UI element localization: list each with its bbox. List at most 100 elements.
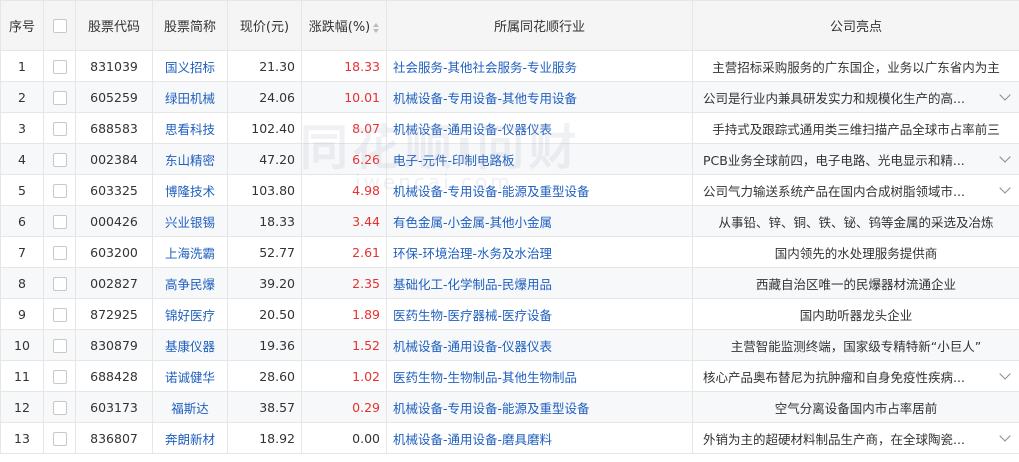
stock-name-link[interactable]: 福斯达: [171, 401, 209, 416]
table-row[interactable]: 5 603325 博隆技术 103.80 4.98 机械设备-专用设备-能源及重型设备 公司…: [0, 174, 1019, 206]
industry-link[interactable]: 社会服务-其他社会服务-专业服务: [393, 60, 577, 75]
table-row[interactable]: 12 603173 福斯达 38.57 0.29 机械设备-专用设备-能源及重型设备 空气分…: [0, 391, 1019, 423]
row-checkbox[interactable]: [52, 59, 67, 74]
table-row[interactable]: 11 688428 诺诚健华 28.60 1.02 医药生物-生物制品-其他生物制品 核心产…: [0, 360, 1019, 392]
industry-link[interactable]: 机械设备-专用设备-能源及重型设备: [393, 184, 590, 199]
header-name[interactable]: 股票简称: [152, 0, 228, 51]
row-checkbox[interactable]: [52, 369, 67, 384]
row-select[interactable]: [43, 422, 76, 454]
industry-link[interactable]: 电子-元件-印制电路板: [393, 153, 515, 168]
row-select[interactable]: [43, 360, 76, 392]
industry-link[interactable]: 有色金属-小金属-其他小金属: [393, 215, 552, 230]
row-checkbox[interactable]: [52, 400, 67, 415]
row-select[interactable]: [43, 236, 76, 268]
stock-name-link[interactable]: 思看科技: [165, 122, 215, 137]
row-select[interactable]: [43, 391, 76, 423]
industry-link[interactable]: 机械设备-专用设备-能源及重型设备: [393, 401, 590, 416]
industry-link[interactable]: 医药生物-生物制品-其他生物制品: [393, 370, 577, 385]
stock-change: 6.26: [301, 143, 387, 175]
row-seq: 7: [0, 236, 44, 268]
row-checkbox[interactable]: [52, 338, 67, 353]
row-select[interactable]: [43, 50, 76, 82]
row-seq: 13: [0, 422, 44, 454]
highlight-cell[interactable]: 公司是行业内兼具研发实力和规模化生产的高...: [692, 81, 1019, 113]
stock-name-link[interactable]: 奔朗新材: [165, 432, 215, 447]
table-row[interactable]: 13 836807 奔朗新材 18.92 0.00 机械设备-通用设备-磨具磨料 外销为主的…: [0, 422, 1019, 454]
row-select[interactable]: [43, 81, 76, 113]
table-row[interactable]: 1 831039 国义招标 21.30 18.33 社会服务-其他社会服务-专业服务 主营招…: [0, 50, 1019, 82]
header-price[interactable]: 现价(元): [227, 0, 302, 51]
row-select[interactable]: [43, 174, 76, 206]
header-code[interactable]: 股票代码: [75, 0, 153, 51]
row-select[interactable]: [43, 267, 76, 299]
industry-link[interactable]: 机械设备-通用设备-磨具磨料: [393, 432, 552, 447]
table-row[interactable]: 10 830879 基康仪器 19.36 1.52 机械设备-通用设备-仪器仪表 主营智能监…: [0, 329, 1019, 361]
stock-change: 0.00: [301, 422, 387, 454]
chevron-down-icon[interactable]: [999, 89, 1011, 101]
row-checkbox[interactable]: [52, 90, 67, 105]
stock-name-link[interactable]: 绿田机械: [165, 91, 215, 106]
select-all-checkbox[interactable]: [52, 18, 67, 33]
stock-code: 836807: [75, 422, 153, 454]
stock-code: 002827: [75, 267, 153, 299]
row-select[interactable]: [43, 112, 76, 144]
chevron-down-icon[interactable]: [999, 368, 1011, 380]
table-header: 序号 股票代码 股票简称 现价(元) 涨跌幅(%) 所属同花顺行业 公司亮点: [0, 0, 1019, 51]
stock-price: 20.50: [227, 298, 302, 330]
stock-price: 28.60: [227, 360, 302, 392]
stock-name-link[interactable]: 兴业银锡: [165, 215, 215, 230]
stock-name-link[interactable]: 博隆技术: [165, 184, 215, 199]
table-row[interactable]: 3 688583 思看科技 102.40 8.07 机械设备-通用设备-仪器仪表 手持式及跟…: [0, 112, 1019, 144]
highlight-cell: 国内领先的水处理服务提供商: [692, 236, 1019, 268]
row-checkbox[interactable]: [52, 276, 67, 291]
stock-change: 1.52: [301, 329, 387, 361]
stock-price: 19.36: [227, 329, 302, 361]
row-checkbox[interactable]: [52, 431, 67, 446]
highlight-cell: 从事铅、锌、铜、铁、铋、钨等金属的采选及冶炼: [692, 205, 1019, 237]
row-select[interactable]: [43, 298, 76, 330]
chevron-down-icon[interactable]: [999, 182, 1011, 194]
table-row[interactable]: 8 002827 高争民爆 39.20 2.35 基础化工-化学制品-民爆用品 西藏自治区唯…: [0, 267, 1019, 299]
stock-name-link[interactable]: 上海洗霸: [165, 246, 215, 261]
stock-name-link[interactable]: 高争民爆: [165, 277, 215, 292]
stock-price: 52.77: [227, 236, 302, 268]
header-select-all[interactable]: [43, 0, 76, 51]
row-select[interactable]: [43, 205, 76, 237]
industry-link[interactable]: 机械设备-通用设备-仪器仪表: [393, 122, 552, 137]
industry-link[interactable]: 基础化工-化学制品-民爆用品: [393, 277, 552, 292]
industry-link[interactable]: 医药生物-医疗器械-医疗设备: [393, 308, 552, 323]
stock-name-link[interactable]: 诺诚健华: [165, 370, 215, 385]
table-row[interactable]: 4 002384 东山精密 47.20 6.26 电子-元件-印制电路板 PCB业务全球前四…: [0, 143, 1019, 175]
stock-name-link[interactable]: 基康仪器: [165, 339, 215, 354]
row-checkbox[interactable]: [52, 307, 67, 322]
highlight-cell[interactable]: 公司气力输送系统产品在国内合成树脂领域市...: [692, 174, 1019, 206]
row-checkbox[interactable]: [52, 121, 67, 136]
industry-link[interactable]: 机械设备-通用设备-仪器仪表: [393, 339, 552, 354]
chevron-down-icon[interactable]: [999, 151, 1011, 163]
row-checkbox[interactable]: [52, 152, 67, 167]
stock-change: 4.98: [301, 174, 387, 206]
stock-name-link[interactable]: 东山精密: [165, 153, 215, 168]
row-checkbox[interactable]: [52, 183, 67, 198]
row-select[interactable]: [43, 143, 76, 175]
chevron-down-icon[interactable]: [999, 430, 1011, 442]
highlight-text: 核心产品奥布替尼为抗肿瘤和自身免疫性疾病...: [703, 369, 965, 385]
row-checkbox[interactable]: [52, 245, 67, 260]
stock-name-link[interactable]: 锦好医疗: [165, 308, 215, 323]
stock-name-link[interactable]: 国义招标: [165, 60, 215, 75]
industry-link[interactable]: 机械设备-专用设备-其他专用设备: [393, 91, 577, 106]
row-checkbox[interactable]: [52, 214, 67, 229]
highlight-cell[interactable]: 外销为主的超硬材料制品生产商，在全球陶瓷...: [692, 422, 1019, 454]
table-row[interactable]: 9 872925 锦好医疗 20.50 1.89 医药生物-医疗器械-医疗设备 国内助听器龙…: [0, 298, 1019, 330]
header-change[interactable]: 涨跌幅(%): [301, 0, 387, 51]
highlight-text: 公司是行业内兼具研发实力和规模化生产的高...: [703, 90, 965, 106]
table-row[interactable]: 6 000426 兴业银锡 18.33 3.44 有色金属-小金属-其他小金属 从事铅、锌、…: [0, 205, 1019, 237]
stock-change: 8.07: [301, 112, 387, 144]
sort-icon[interactable]: [373, 22, 380, 33]
industry-link[interactable]: 环保-环境治理-水务及水治理: [393, 246, 552, 261]
table-row[interactable]: 7 603200 上海洗霸 52.77 2.61 环保-环境治理-水务及水治理 国内领先的水…: [0, 236, 1019, 268]
highlight-cell[interactable]: PCB业务全球前四，电子电路、光电显示和精...: [692, 143, 1019, 175]
row-select[interactable]: [43, 329, 76, 361]
highlight-cell[interactable]: 核心产品奥布替尼为抗肿瘤和自身免疫性疾病...: [692, 360, 1019, 392]
table-row[interactable]: 2 605259 绿田机械 24.06 10.01 机械设备-专用设备-其他专用设备 公司是…: [0, 81, 1019, 113]
